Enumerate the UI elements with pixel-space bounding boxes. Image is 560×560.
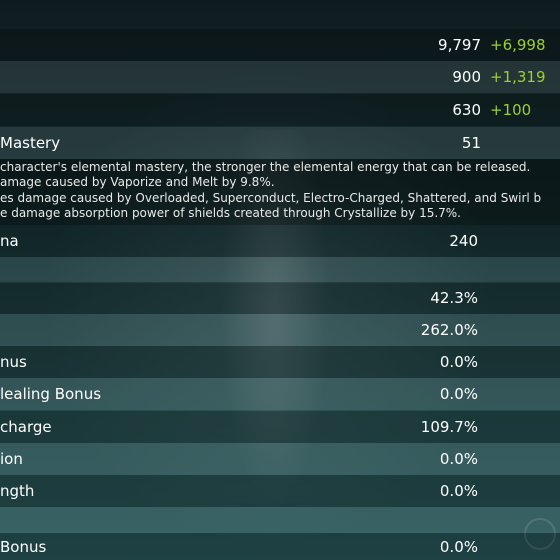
section-spacer <box>0 507 560 533</box>
stat-row-dmg-bonus: Bonus 0.0% <box>0 533 560 560</box>
stat-row-def: 630 +100 <box>0 94 560 126</box>
stat-row-crit-rate: 42.3% <box>0 282 560 314</box>
stat-label: lealing Bonus <box>0 385 102 403</box>
stat-value: 0.0% <box>439 482 478 500</box>
description-line: e damage absorption power of shields cre… <box>0 206 461 220</box>
mastery-description: character's elemental mastery, the stron… <box>0 159 560 225</box>
stat-value: 240 <box>449 232 478 250</box>
stat-value: 0.0% <box>439 385 478 403</box>
stat-label: ngth <box>0 482 35 500</box>
stat-label: charge <box>0 418 52 436</box>
description-line: es damage caused by Overloaded, Supercon… <box>0 191 542 205</box>
stat-label: nus <box>0 353 27 371</box>
stat-label: ion <box>0 450 23 468</box>
stat-row-healing-bonus: nus 0.0% <box>0 346 560 378</box>
stat-value: 630 <box>452 101 481 119</box>
stat-label: Bonus <box>0 537 47 556</box>
stat-bonus: +1,319 <box>490 68 546 86</box>
stat-value: 900 <box>452 68 481 86</box>
stat-value: 262.0% <box>420 321 478 339</box>
description-line: amage caused by Vaporize and Melt by 9.8… <box>0 175 275 189</box>
stat-row-shield-strength: ngth 0.0% <box>0 475 560 507</box>
stat-row-elemental-mastery[interactable]: Mastery 51 <box>0 127 560 159</box>
stat-row-incoming-healing-bonus: lealing Bonus 0.0% <box>0 378 560 410</box>
stat-value: 0.0% <box>439 537 478 556</box>
stat-row-cd-reduction: ion 0.0% <box>0 443 560 475</box>
stat-label: na <box>0 232 19 250</box>
stat-value: 0.0% <box>439 450 478 468</box>
stat-label: Mastery <box>0 134 61 152</box>
section-spacer <box>0 257 560 283</box>
stat-bonus: +6,998 <box>490 36 546 54</box>
description-line: character's elemental mastery, the stron… <box>0 160 531 174</box>
stat-value: 42.3% <box>430 289 478 307</box>
stat-value: 9,797 <box>438 36 481 54</box>
stat-row-crit-dmg: 262.0% <box>0 314 560 346</box>
stat-row-hp: 9,797 +6,998 <box>0 29 560 61</box>
stat-row-atk: 900 +1,319 <box>0 61 560 93</box>
stat-value: 51 <box>461 134 481 152</box>
stat-row-energy-recharge: charge 109.7% <box>0 411 560 443</box>
stat-bonus: +100 <box>490 101 532 119</box>
stat-value: 0.0% <box>439 353 478 371</box>
stat-value: 109.7% <box>420 418 478 436</box>
stat-row-max-stamina: na 240 <box>0 225 560 257</box>
